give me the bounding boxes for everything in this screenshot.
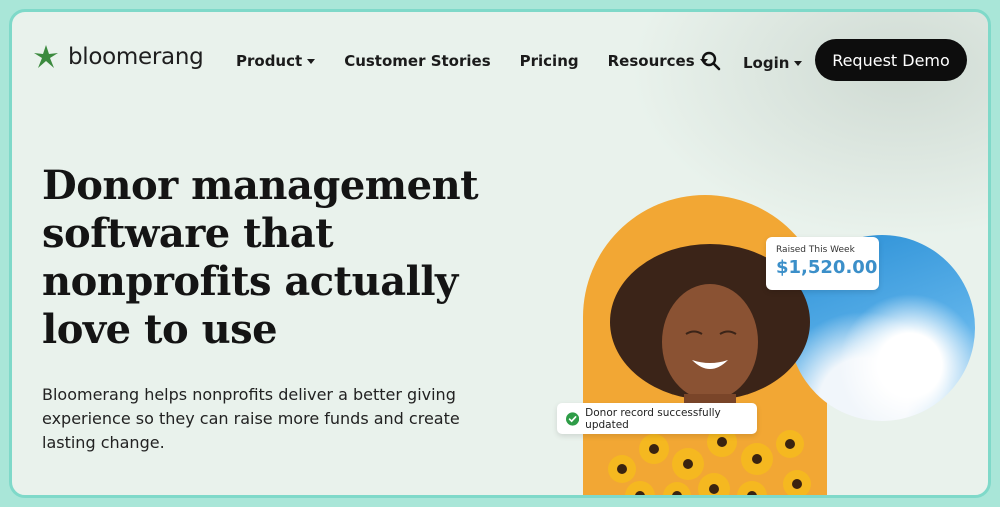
nav-item-customer-stories[interactable]: Customer Stories	[344, 52, 490, 70]
main-nav: Product Customer Stories Pricing Resourc…	[236, 52, 737, 70]
nav-item-resources[interactable]: Resources	[608, 52, 708, 70]
page-frame: bloomerang Product Customer Stories Pric…	[9, 9, 991, 498]
success-toast: Donor record successfully updated	[557, 403, 757, 434]
chevron-down-icon	[307, 59, 316, 64]
hero-headline: Donor management software that nonprofit…	[42, 162, 479, 353]
brand-logo[interactable]: bloomerang	[32, 43, 204, 71]
brand-name: bloomerang	[68, 44, 204, 70]
nav-item-label: Product	[236, 52, 303, 70]
request-demo-button[interactable]: Request Demo	[815, 39, 967, 81]
nav-item-pricing[interactable]: Pricing	[520, 52, 579, 70]
raised-this-week-card: Raised This Week $1,520.00	[766, 237, 879, 290]
toast-message: Donor record successfully updated	[585, 406, 721, 431]
raised-amount: $1,520.00	[776, 257, 878, 278]
check-circle-icon	[566, 411, 580, 426]
nav-item-label: Resources	[607, 52, 695, 70]
nav-item-label: Pricing	[519, 52, 579, 70]
nav-item-product[interactable]: Product	[236, 52, 316, 70]
search-icon[interactable]	[700, 50, 722, 72]
hero-subtext: Bloomerang helps nonprofits deliver a be…	[42, 385, 460, 452]
raised-label: Raised This Week	[776, 245, 855, 255]
chevron-down-icon	[794, 61, 803, 66]
login-label: Login	[743, 54, 790, 72]
login-menu[interactable]: Login	[743, 54, 803, 72]
bloomerang-logo-icon	[34, 45, 58, 68]
nav-item-label: Customer Stories	[344, 52, 491, 70]
